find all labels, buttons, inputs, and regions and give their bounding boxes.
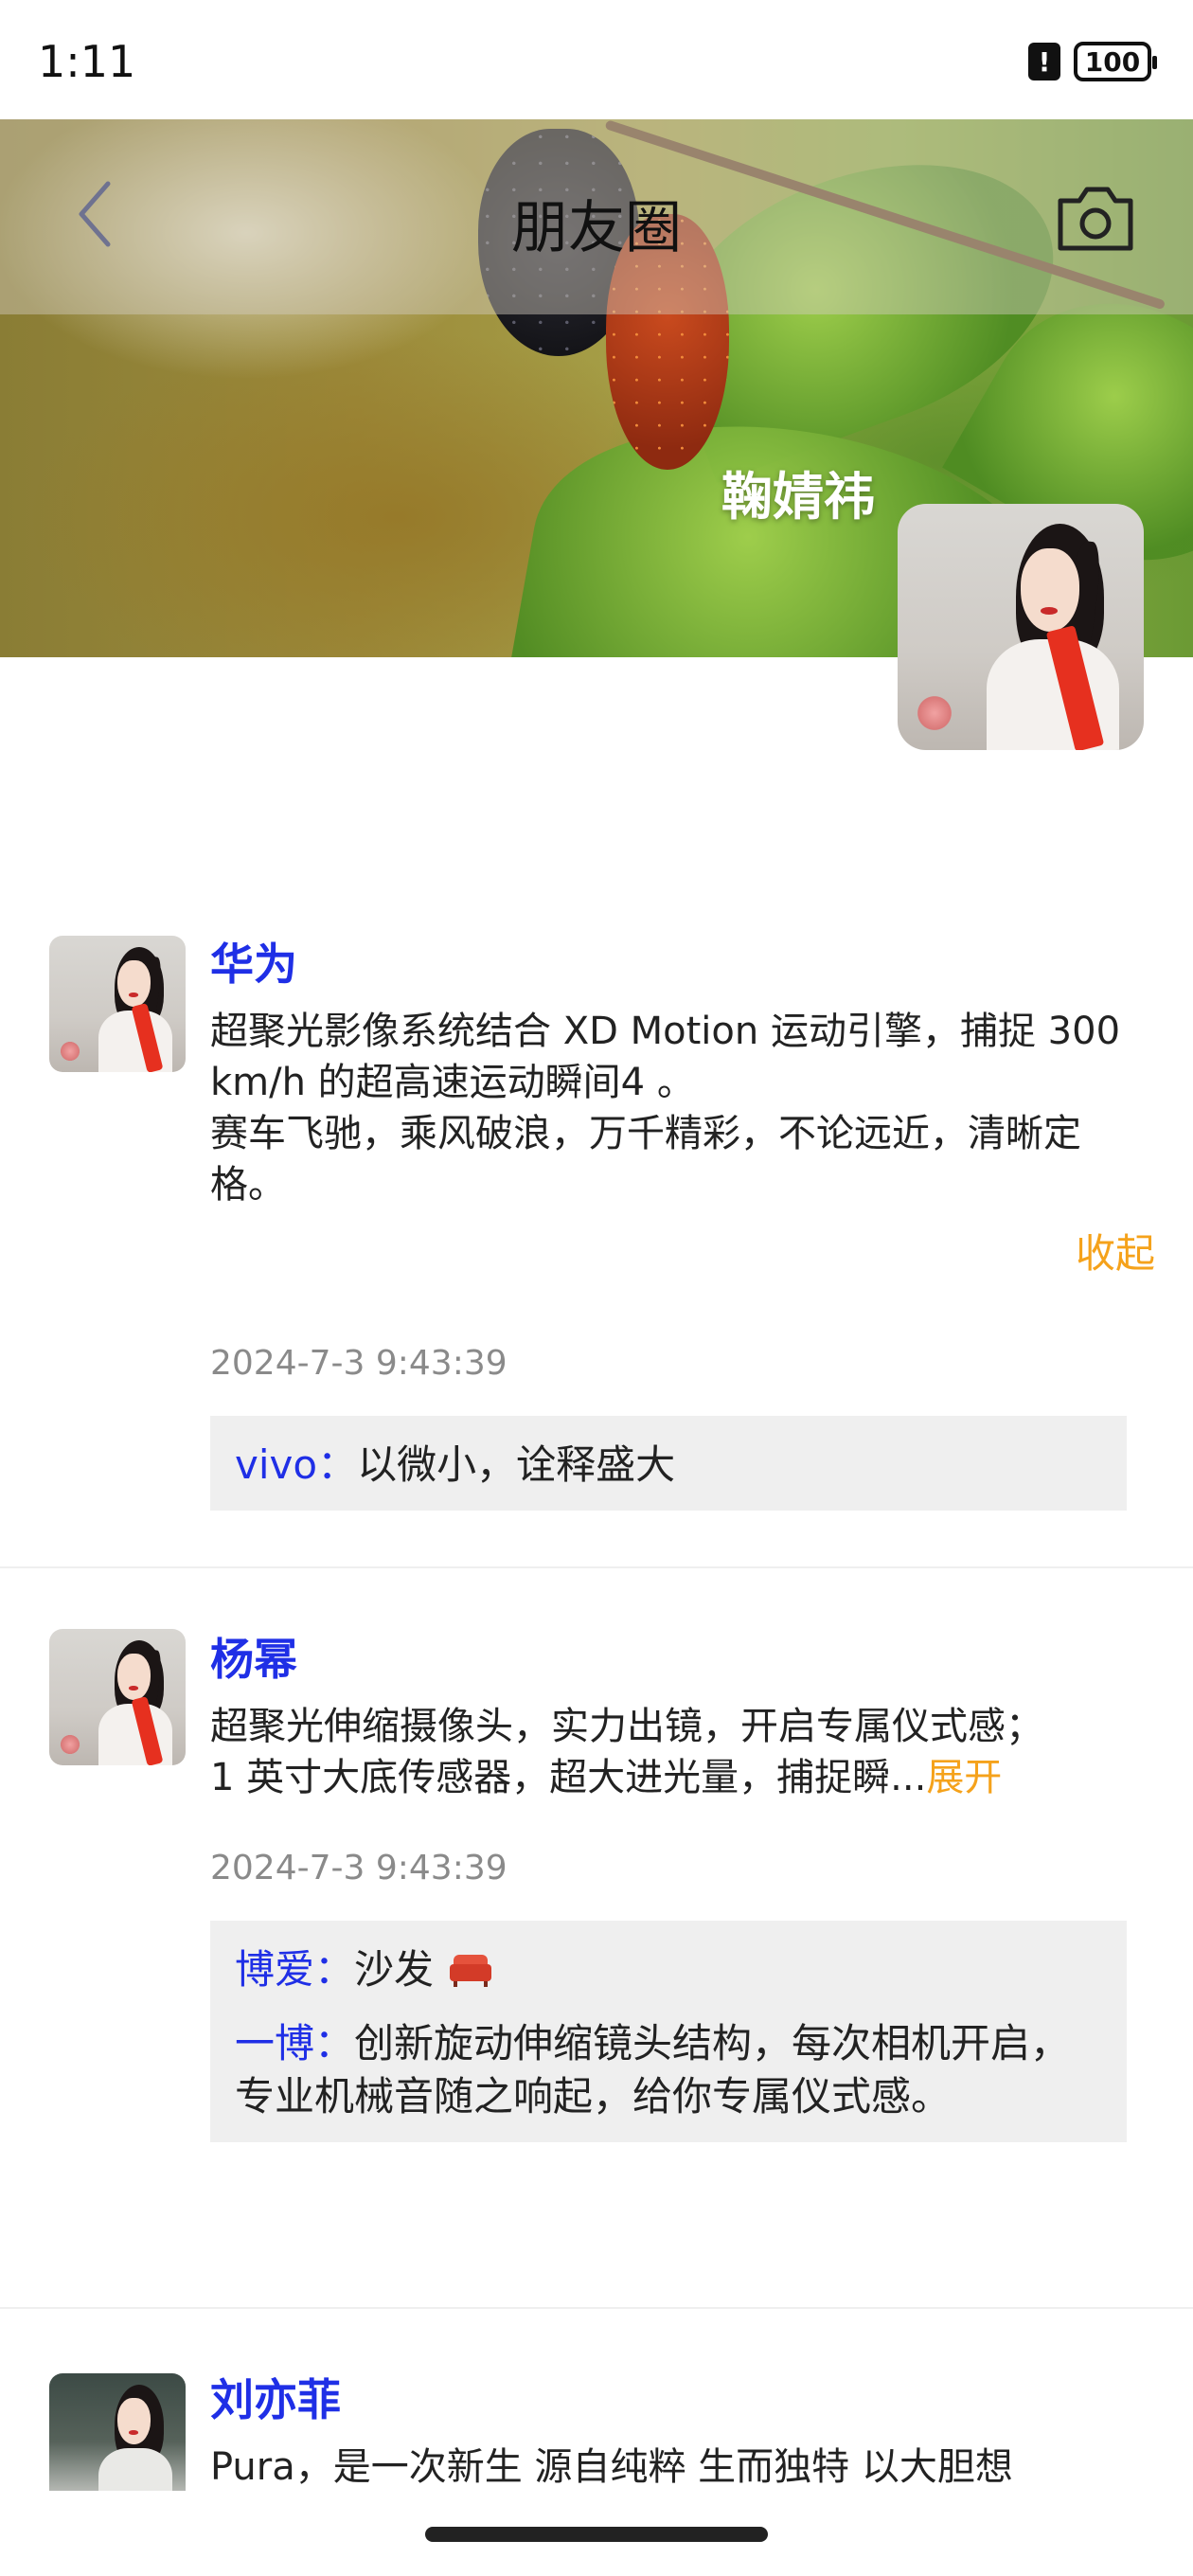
avatar-image	[49, 936, 186, 1072]
post-item: 杨幂 超聚光伸缩摄像头，实力出镜，开启专属仪式感； 1 英寸大底传感器，超大进光…	[0, 1568, 1193, 2309]
battery-level: 100	[1084, 45, 1141, 78]
post-text-body: 超聚光伸缩摄像头，实力出镜，开启专属仪式感； 1 英寸大底传感器，超大进光量，捕…	[210, 1705, 1043, 1799]
post-item: 刘亦菲 Pura，是一次新生 源自纯粹 生而独特 以大胆想	[0, 2309, 1193, 2491]
status-icons: ! 100	[1028, 42, 1157, 81]
post-body: 华为 超聚光影像系统结合 XD Motion 运动引擎，捕捉 300 km/h …	[210, 890, 1155, 1511]
comment-author[interactable]: vivo：	[235, 1441, 357, 1488]
alert-icon: !	[1028, 43, 1060, 80]
post-time: 2024-7-3 9:43:39	[210, 1344, 507, 1383]
camera-button[interactable]	[1055, 182, 1136, 254]
comment-text: 沙发	[354, 1946, 435, 1993]
post-body: 杨幂 超聚光伸缩摄像头，实力出镜，开启专属仪式感； 1 英寸大底传感器，超大进光…	[210, 1568, 1127, 2142]
comment-box: vivo：以微小，诠释盛大	[210, 1416, 1127, 1511]
battery-icon: 100	[1074, 42, 1157, 81]
status-time: 1:11	[38, 36, 136, 87]
post-author[interactable]: 杨幂	[210, 1627, 1127, 1691]
comment-box: 博爱：沙发 一博：创新旋动伸缩镜头结构，每次相机开启，专业机械音随之响起，给你专…	[210, 1921, 1127, 2142]
avatar-image	[49, 1629, 186, 1765]
post-text: 超聚光伸缩摄像头，实力出镜，开启专属仪式感； 1 英寸大底传感器，超大进光量，捕…	[210, 1701, 1127, 1803]
post-avatar[interactable]	[49, 2373, 186, 2491]
profile-username: 鞠婧祎	[721, 467, 875, 527]
comment-author[interactable]: 一博：	[235, 2020, 354, 2066]
nav-bar: 朋友圈	[0, 119, 1193, 314]
comment-item[interactable]: vivo：以微小，诠释盛大	[235, 1439, 1102, 1492]
post-avatar[interactable]	[49, 1629, 186, 1765]
post-item: 华为 超聚光影像系统结合 XD Motion 运动引擎，捕捉 300 km/h …	[0, 890, 1193, 1568]
post-text: Pura，是一次新生 源自纯粹 生而独特 以大胆想	[210, 2445, 1013, 2489]
comment-item[interactable]: 一博：创新旋动伸缩镜头结构，每次相机开启，专业机械音随之响起，给你专属仪式感。	[235, 2017, 1102, 2123]
post-author[interactable]: 华为	[210, 932, 1127, 996]
avatar-image	[898, 504, 1144, 750]
post-time: 2024-7-3 9:43:39	[210, 1849, 507, 1887]
post-avatar[interactable]	[49, 936, 186, 1072]
status-bar: 1:11 ! 100	[0, 0, 1193, 119]
profile-avatar[interactable]	[898, 504, 1144, 750]
comment-text: 以微小，诠释盛大	[357, 1441, 676, 1488]
comment-item[interactable]: 博爱：沙发	[235, 1943, 1102, 1996]
post-author[interactable]: 刘亦菲	[210, 2368, 1127, 2432]
home-indicator[interactable]	[425, 2527, 768, 2542]
expand-button[interactable]: 展开	[926, 1756, 1002, 1799]
moments-feed[interactable]: 华为 超聚光影像系统结合 XD Motion 运动引擎，捕捉 300 km/h …	[0, 890, 1193, 2491]
page-title: 朋友圈	[511, 195, 682, 261]
sofa-emoji-icon	[446, 1949, 495, 1987]
comment-text: 创新旋动伸缩镜头结构，每次相机开启，专业机械音随之响起，给你专属仪式感。	[235, 2020, 1071, 2120]
collapse-button[interactable]: 收起	[210, 1222, 1155, 1279]
comment-author[interactable]: 博爱：	[235, 1946, 354, 1993]
avatar-image	[49, 2373, 186, 2491]
camera-icon	[1058, 187, 1133, 251]
post-body: 刘亦菲 Pura，是一次新生 源自纯粹 生而独特 以大胆想	[210, 2309, 1127, 2491]
post-text: 超聚光影像系统结合 XD Motion 运动引擎，捕捉 300 km/h 的超高…	[210, 1010, 1121, 1207]
